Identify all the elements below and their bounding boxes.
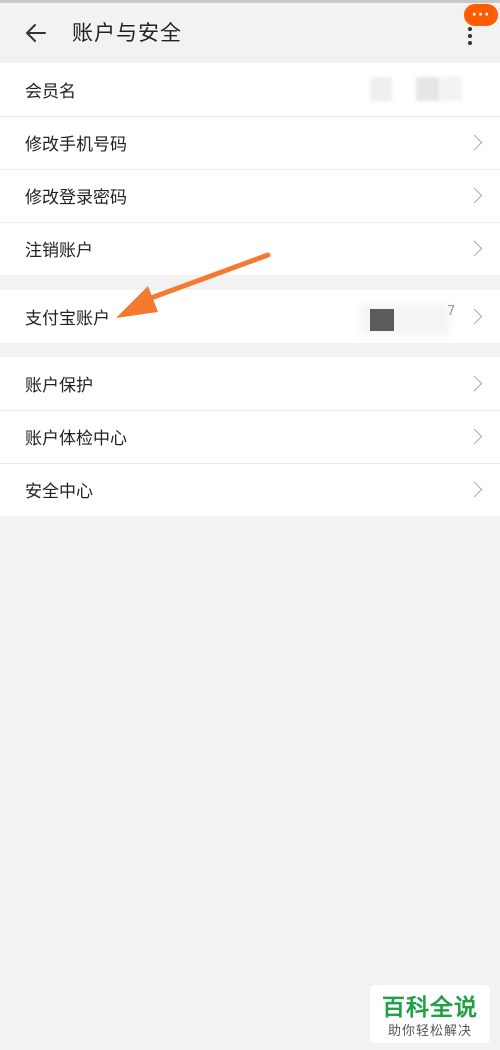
more-menu-button[interactable] <box>460 25 480 49</box>
row-label: 会员名 <box>25 82 76 102</box>
masked-value-tail: 7 <box>447 304 456 319</box>
app-header: 账户与安全 <box>0 3 500 63</box>
row-label: 注销账户 <box>25 241 93 261</box>
chevron-right-icon <box>466 187 483 204</box>
chevron-right-icon <box>466 428 483 445</box>
row-label: 修改手机号码 <box>25 135 127 155</box>
masked-value <box>370 77 392 101</box>
row-alipay-account[interactable]: 支付宝账户 7 <box>0 290 500 343</box>
row-label: 修改登录密码 <box>25 188 127 208</box>
masked-value <box>370 309 394 331</box>
watermark-title: 百科全说 <box>382 995 478 1021</box>
watermark-subtitle: 助你轻松解决 <box>387 1024 472 1039</box>
row-label: 账户保护 <box>25 376 93 396</box>
row-change-password[interactable]: 修改登录密码 <box>0 169 500 222</box>
more-vertical-icon <box>468 27 472 31</box>
row-account-checkup[interactable]: 账户体检中心 <box>0 410 500 463</box>
chevron-right-icon <box>466 240 483 257</box>
back-button[interactable] <box>20 17 52 49</box>
more-dot <box>468 41 472 45</box>
chevron-right-icon <box>466 134 483 151</box>
row-close-account[interactable]: 注销账户 <box>0 222 500 275</box>
row-security-center[interactable]: 安全中心 <box>0 463 500 516</box>
masked-value <box>416 77 440 101</box>
row-member-name[interactable]: 会员名 <box>0 63 500 116</box>
message-badge[interactable]: ··· <box>464 4 498 26</box>
page-title: 账户与安全 <box>72 21 182 45</box>
security-group: 账户保护 账户体检中心 安全中心 <box>0 357 500 516</box>
chevron-right-icon <box>466 481 483 498</box>
masked-value <box>440 77 462 101</box>
chevron-right-icon <box>466 375 483 392</box>
row-label: 安全中心 <box>25 482 93 502</box>
back-arrow-icon <box>26 24 46 42</box>
row-label: 支付宝账户 <box>25 309 110 329</box>
row-change-phone[interactable]: 修改手机号码 <box>0 116 500 169</box>
alipay-group: 支付宝账户 7 <box>0 290 500 343</box>
watermark-logo: 百科全说 助你轻松解决 <box>370 985 490 1043</box>
more-dot <box>468 34 472 38</box>
row-label: 账户体检中心 <box>25 429 127 449</box>
row-account-protection[interactable]: 账户保护 <box>0 357 500 410</box>
chevron-right-icon <box>466 308 483 325</box>
account-settings-group: 会员名 修改手机号码 修改登录密码 注销账户 <box>0 63 500 275</box>
